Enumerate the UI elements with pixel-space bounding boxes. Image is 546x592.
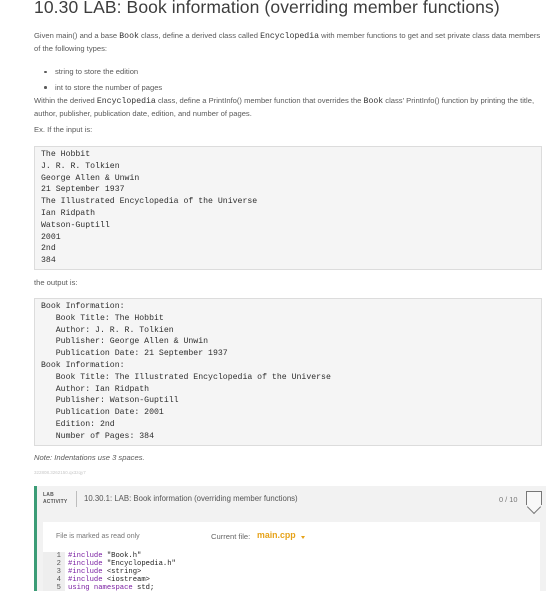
output-line: Author: Ian Ridpath bbox=[41, 384, 150, 394]
intro-text-1: Given main() and a base bbox=[34, 31, 120, 40]
line-number-gutter: 12345 bbox=[43, 552, 65, 592]
page-title: 10.30 LAB: Book information (overriding … bbox=[34, 0, 500, 17]
output-line: Book Title: The Illustrated Encyclopedia… bbox=[41, 372, 331, 382]
current-file-dropdown[interactable]: main.cpp bbox=[257, 530, 296, 540]
input-line: 2nd bbox=[41, 244, 56, 254]
indentation-note: Note: Indentations use 3 spaces. bbox=[34, 453, 145, 462]
output-label: the output is: bbox=[34, 278, 78, 287]
input-line: The Hobbit bbox=[41, 150, 91, 159]
code-line[interactable]: #include <string> bbox=[68, 568, 176, 576]
intro-paragraph: Given main() and a base Book class, defi… bbox=[34, 30, 544, 54]
editor-toolbar: File is marked as read only Current file… bbox=[43, 522, 540, 552]
output-line: Book Information: bbox=[41, 302, 125, 311]
current-file-label: Current file: bbox=[211, 532, 251, 541]
input-example-box: The Hobbit J. R. R. Tolkien George Allen &… bbox=[34, 146, 542, 270]
output-line: Publisher: George Allen & Unwin bbox=[41, 337, 209, 347]
lab-activity-card: LAB ACTIVITY 10.30.1: LAB: Book informat… bbox=[34, 486, 546, 592]
requirements-list: string to store the edition int to store… bbox=[43, 64, 162, 96]
output-line: Publication Date: 21 September 1937 bbox=[41, 349, 228, 359]
lab-header: LAB ACTIVITY 10.30.1: LAB: Book informat… bbox=[37, 486, 546, 512]
input-example-text: The Hobbit J. R. R. Tolkien George Allen &… bbox=[35, 149, 541, 267]
within-text-2: class, define a PrintInfo() member funct… bbox=[155, 96, 364, 105]
within-paragraph: Within the derived Encyclopedia class, d… bbox=[34, 95, 544, 119]
lab-activity-tag: LAB ACTIVITY bbox=[43, 492, 67, 506]
input-line: George Allen & Unwin bbox=[41, 173, 140, 183]
lab-title: 10.30.1: LAB: Book information (overridi… bbox=[84, 494, 298, 503]
list-item: string to store the edition bbox=[43, 64, 162, 80]
input-line: Ian Ridpath bbox=[41, 208, 96, 218]
lab-score: 0 / 10 bbox=[499, 495, 518, 504]
code-line[interactable]: #include <iostream> bbox=[68, 576, 176, 584]
input-line: Watson-Guptill bbox=[41, 220, 110, 230]
input-line: 21 September 1937 bbox=[41, 185, 125, 195]
lab-page: 10.30 LAB: Book information (overriding … bbox=[0, 0, 546, 592]
within-text-1: Within the derived bbox=[34, 96, 97, 105]
output-line: Publication Date: 2001 bbox=[41, 408, 164, 418]
code-editor-panel: File is marked as read only Current file… bbox=[43, 522, 540, 592]
activity-id: 322808.3262150.qx3zqy7 bbox=[34, 470, 86, 475]
code-line[interactable]: #include "Encyclopedia.h" bbox=[68, 560, 176, 568]
input-line: J. R. R. Tolkien bbox=[41, 161, 120, 171]
output-line: Author: J. R. R. Tolkien bbox=[41, 325, 174, 335]
output-line: Number of Pages: 384 bbox=[41, 431, 155, 441]
chevron-down-icon[interactable] bbox=[301, 536, 305, 539]
example-label: Ex. If the input is: bbox=[34, 125, 93, 134]
within-code-encyclopedia: Encyclopedia bbox=[96, 97, 156, 106]
intro-text-2: class, define a derived class called bbox=[138, 31, 261, 40]
line-number: 3 bbox=[56, 568, 61, 576]
source-code[interactable]: #include "Book.h" #include "Encyclopedia.… bbox=[68, 552, 176, 592]
list-item: int to store the number of pages bbox=[43, 80, 162, 96]
ribbon-badge-icon bbox=[526, 491, 542, 505]
lab-tag-line-2: ACTIVITY bbox=[43, 499, 68, 505]
intro-code-encyclopedia: Encyclopedia bbox=[260, 32, 320, 41]
output-line: Book Title: The Hobbit bbox=[41, 313, 164, 323]
input-line: 384 bbox=[41, 256, 56, 266]
within-code-book: Book bbox=[363, 97, 384, 106]
output-line: Book Information: bbox=[41, 360, 125, 370]
intro-code-book: Book bbox=[119, 32, 139, 41]
output-example-text: Book Information: Book Title: The Hobbit… bbox=[35, 301, 541, 443]
code-editor[interactable]: 12345 #include "Book.h" #include "Encyclo… bbox=[43, 552, 540, 592]
read-only-notice: File is marked as read only bbox=[56, 533, 140, 540]
input-line: The Illustrated Encyclopedia of the Univ… bbox=[41, 197, 258, 207]
lab-divider bbox=[76, 491, 77, 507]
input-line: 2001 bbox=[41, 232, 61, 242]
line-number: 1 bbox=[56, 552, 61, 560]
output-line: Edition: 2nd bbox=[41, 419, 115, 429]
lab-tag-line-1: LAB bbox=[43, 492, 54, 498]
line-number: 4 bbox=[56, 576, 61, 584]
output-line: Publisher: Watson-Guptill bbox=[41, 396, 179, 406]
output-example-box: Book Information: Book Title: The Hobbit… bbox=[34, 298, 542, 446]
code-line[interactable]: #include "Book.h" bbox=[68, 552, 176, 560]
line-number: 2 bbox=[56, 560, 61, 568]
